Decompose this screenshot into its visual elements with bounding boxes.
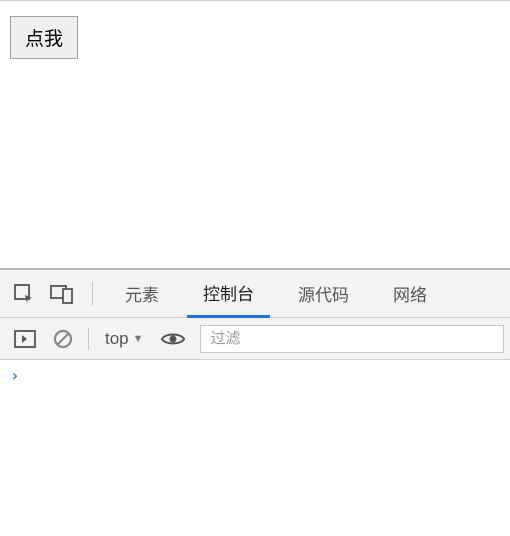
tab-label: 元素 — [125, 281, 159, 306]
eye-icon — [160, 330, 186, 348]
inspect-element-button[interactable] — [0, 270, 42, 318]
toggle-sidebar-button[interactable] — [6, 318, 44, 360]
inspect-icon — [13, 283, 35, 305]
tab-sources[interactable]: 源代码 — [282, 270, 365, 318]
live-expression-button[interactable] — [154, 318, 192, 360]
tab-network[interactable]: 网络 — [377, 270, 443, 318]
tab-console[interactable]: 控制台 — [187, 270, 270, 318]
sidebar-icon — [14, 330, 36, 348]
tab-label: 网络 — [393, 281, 427, 306]
divider — [88, 328, 89, 350]
chevron-down-icon: ▼ — [133, 333, 144, 345]
clear-console-button[interactable] — [44, 318, 82, 360]
console-toolbar: top ▼ — [0, 318, 510, 360]
console-output-area[interactable]: › — [0, 360, 510, 536]
console-prompt: › — [10, 366, 20, 385]
click-me-button[interactable]: 点我 — [10, 16, 78, 59]
tab-elements[interactable]: 元素 — [109, 270, 175, 318]
tab-label: 源代码 — [298, 281, 349, 306]
console-filter-input[interactable] — [200, 325, 504, 353]
device-icon — [50, 283, 74, 305]
page-content-area: 点我 — [0, 0, 510, 268]
device-toggle-button[interactable] — [42, 270, 82, 318]
tab-label: 控制台 — [203, 280, 254, 305]
devtools-tabbar: 元素 控制台 源代码 网络 — [0, 270, 510, 318]
devtools-panel: 元素 控制台 源代码 网络 — [0, 268, 510, 536]
context-selector[interactable]: top ▼ — [95, 329, 154, 349]
divider — [92, 282, 93, 306]
clear-icon — [53, 329, 73, 349]
context-label: top — [105, 329, 129, 349]
